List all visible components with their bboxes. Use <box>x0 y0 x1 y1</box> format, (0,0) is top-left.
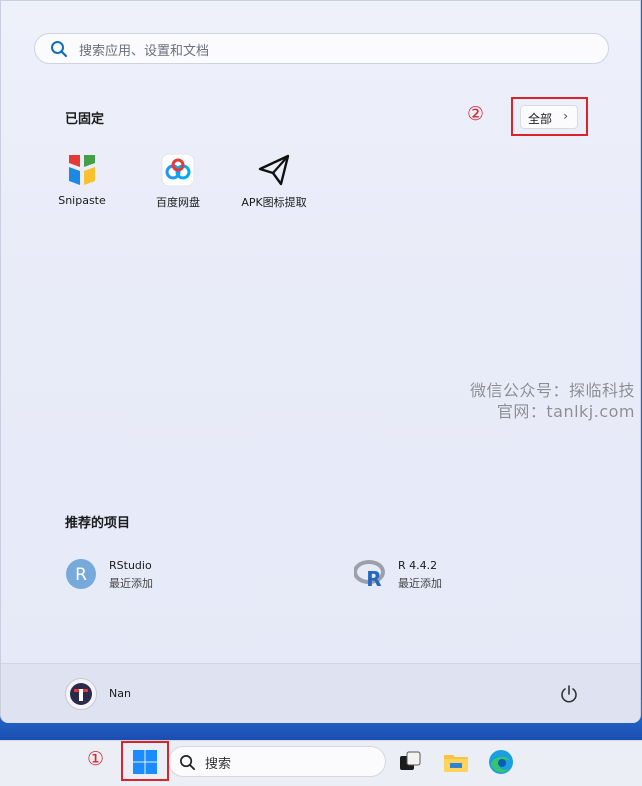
recommended-item-r[interactable]: R R 4.4.2 最近添加 <box>354 558 554 592</box>
pinned-title: 已固定 <box>65 112 105 127</box>
search-icon <box>51 41 68 58</box>
recommended-item-rstudio[interactable]: R RStudio 最近添加 <box>65 558 265 592</box>
svg-text:R: R <box>366 567 381 590</box>
svg-text:R: R <box>75 565 87 585</box>
recommended-sub: 最近添加 <box>109 577 153 590</box>
search-placeholder: 搜索应用、设置和文档 <box>79 44 210 59</box>
all-apps-button[interactable]: 全部 › <box>520 105 578 129</box>
user-name: Nan <box>109 687 131 700</box>
recommended-sub: 最近添加 <box>398 577 442 590</box>
user-avatar[interactable] <box>65 678 97 710</box>
pinned-app-snipaste[interactable]: Snipaste <box>38 153 126 207</box>
rstudio-icon: R <box>66 559 96 589</box>
all-apps-label: 全部 <box>528 112 553 126</box>
recommended-name: R 4.4.2 <box>398 559 438 572</box>
start-search-input[interactable]: 搜索应用、设置和文档 <box>34 33 609 64</box>
edge-browser-icon[interactable] <box>487 748 515 776</box>
chevron-right-icon: › <box>563 109 568 123</box>
user-bar: Nan <box>1 663 640 723</box>
pinned-app-apk-icon-extract[interactable]: APK图标提取 <box>230 153 318 210</box>
avatar-logo-icon <box>70 683 92 705</box>
pinned-app-baidu-netdisk[interactable]: 百度网盘 <box>134 153 222 210</box>
watermark-line-2: 官网：tanlkj.com <box>496 402 635 421</box>
app-name: 百度网盘 <box>156 196 200 209</box>
app-name: Snipaste <box>58 194 106 207</box>
power-icon[interactable] <box>559 684 579 704</box>
recommended-name: RStudio <box>109 559 152 572</box>
search-icon <box>180 755 196 771</box>
annotation-box-start <box>121 741 169 781</box>
annotation-marker-2: ② <box>467 103 485 125</box>
taskbar: ① 搜索 <box>0 740 642 786</box>
taskbar-search-box[interactable]: 搜索 <box>168 746 386 777</box>
taskbar-search-label: 搜索 <box>205 757 232 772</box>
task-view-icon[interactable] <box>396 748 424 776</box>
annotation-marker-1: ① <box>87 748 105 770</box>
app-name: APK图标提取 <box>241 196 307 209</box>
snipaste-icon <box>65 153 99 187</box>
baidu-netdisk-icon <box>161 153 195 187</box>
paper-plane-icon <box>257 153 291 187</box>
recommended-title: 推荐的项目 <box>65 516 131 531</box>
file-explorer-icon[interactable] <box>442 748 470 776</box>
r-icon: R <box>354 560 385 590</box>
start-menu: 搜索应用、设置和文档 已固定 ② 全部 › Snipaste 百度网盘 APK图… <box>0 0 641 723</box>
